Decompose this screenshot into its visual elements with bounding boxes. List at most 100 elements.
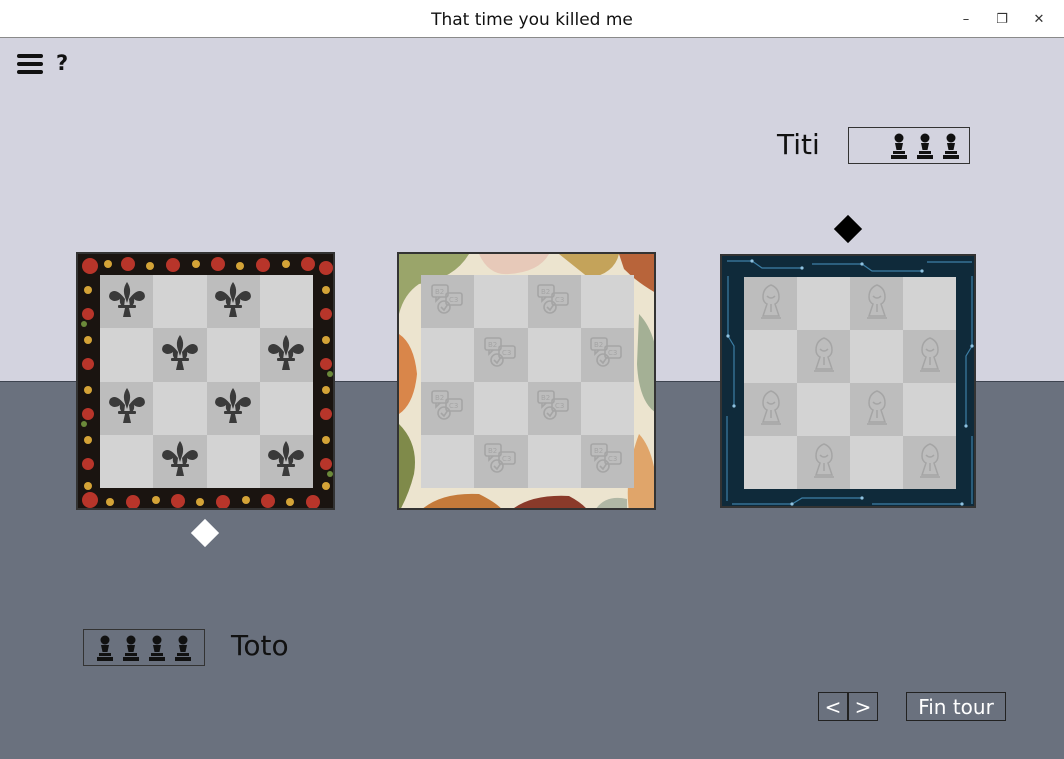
board-cell[interactable] [850,277,903,330]
fleur-de-lis-icon[interactable] [106,279,148,325]
board-cell[interactable] [903,330,956,383]
bottom-player-pawn-reserve [83,629,205,666]
previous-button[interactable]: < [818,692,848,721]
svg-text:C3: C3 [555,402,564,410]
chat-bubbles-icon[interactable]: B2 C3 [483,442,519,480]
board-cell[interactable]: B2 C3 [474,328,528,382]
board-cell[interactable] [797,330,850,383]
board-cell[interactable] [474,275,528,329]
svg-text:C3: C3 [449,296,458,304]
board-cell[interactable] [580,275,634,329]
board-cell[interactable] [797,277,850,330]
board-cell[interactable] [744,383,797,436]
hooded-figure-icon[interactable] [912,335,948,379]
board-cell[interactable] [153,381,207,435]
board-cell[interactable] [206,434,260,488]
hamburger-menu-icon[interactable] [17,54,43,74]
board-cell[interactable] [421,328,475,382]
board-cell[interactable]: B2 C3 [474,434,528,488]
board-cell[interactable] [206,381,260,435]
board-cell[interactable] [153,275,207,329]
svg-text:C3: C3 [502,349,511,357]
board-middle[interactable]: B2 C3 B2 C3 B2 C3 B2 C3 B2 C3 B2 C3 B2 C3 B2 C3 [397,252,656,510]
board-cell[interactable] [580,381,634,435]
top-player-name: Titi [777,128,820,161]
board-cell[interactable] [259,381,313,435]
bottom-pawn-icon[interactable] [173,635,193,661]
hooded-figure-icon[interactable] [859,388,895,432]
hooded-figure-icon[interactable] [806,335,842,379]
fleur-de-lis-icon[interactable] [159,332,201,378]
board-cell[interactable]: B2 C3 [580,434,634,488]
board-cell[interactable] [100,434,154,488]
board-cell[interactable] [153,328,207,382]
board-cell[interactable] [100,381,154,435]
chat-bubbles-icon[interactable]: B2 C3 [536,283,572,321]
board-cell[interactable] [527,328,581,382]
top-player-pawn-reserve [848,127,970,164]
board-cell[interactable] [259,275,313,329]
board-cell[interactable]: B2 C3 [527,381,581,435]
restore-icon[interactable]: ❐ [984,6,1020,32]
board-cell[interactable] [744,277,797,330]
top-pawn-icon[interactable] [889,133,909,159]
board-right[interactable] [720,254,976,508]
board-cell[interactable] [903,277,956,330]
board-left-grid [100,275,313,488]
chat-bubbles-icon[interactable]: B2 C3 [589,442,625,480]
board-cell[interactable] [797,383,850,436]
svg-text:C3: C3 [502,455,511,463]
bottom-pawn-icon[interactable] [95,635,115,661]
minimize-icon[interactable]: – [948,6,984,32]
fleur-de-lis-icon[interactable] [212,385,254,431]
chat-bubbles-icon[interactable]: B2 C3 [536,389,572,427]
board-cell[interactable] [744,330,797,383]
hooded-figure-icon[interactable] [753,388,789,432]
hooded-figure-icon[interactable] [753,282,789,326]
chat-bubbles-icon[interactable]: B2 C3 [430,389,466,427]
top-pawn-icon[interactable] [941,133,961,159]
fleur-de-lis-icon[interactable] [159,438,201,484]
chat-bubbles-icon[interactable]: B2 C3 [483,336,519,374]
board-cell[interactable] [421,434,475,488]
board-cell[interactable] [903,383,956,436]
board-cell[interactable] [100,328,154,382]
hooded-figure-icon[interactable] [806,441,842,485]
title-bar: That time you killed me – ❐ ✕ [0,0,1064,38]
close-icon[interactable]: ✕ [1021,6,1057,32]
board-cell[interactable] [744,436,797,489]
board-cell[interactable] [206,328,260,382]
board-cell[interactable]: B2 C3 [580,328,634,382]
board-left[interactable] [76,252,335,510]
hooded-figure-icon[interactable] [912,441,948,485]
help-button[interactable]: ? [56,51,68,75]
board-cell[interactable] [259,328,313,382]
board-cell[interactable]: B2 C3 [421,381,475,435]
end-turn-button[interactable]: Fin tour [906,692,1006,721]
board-cell[interactable] [850,330,903,383]
window-title: That time you killed me [431,10,633,30]
board-cell[interactable] [797,436,850,489]
fleur-de-lis-icon[interactable] [212,279,254,325]
fleur-de-lis-icon[interactable] [265,438,307,484]
chat-bubbles-icon[interactable]: B2 C3 [430,283,466,321]
fleur-de-lis-icon[interactable] [265,332,307,378]
board-cell[interactable] [153,434,207,488]
hooded-figure-icon[interactable] [859,282,895,326]
bottom-pawn-icon[interactable] [147,635,167,661]
board-cell[interactable] [259,434,313,488]
bottom-pawn-icon[interactable] [121,635,141,661]
board-cell[interactable] [474,381,528,435]
board-cell[interactable]: B2 C3 [421,275,475,329]
chat-bubbles-icon[interactable]: B2 C3 [589,336,625,374]
board-cell[interactable] [903,436,956,489]
board-cell[interactable] [527,434,581,488]
board-cell[interactable] [850,436,903,489]
board-cell[interactable] [850,383,903,436]
fleur-de-lis-icon[interactable] [106,385,148,431]
top-pawn-icon[interactable] [915,133,935,159]
board-cell[interactable] [100,275,154,329]
board-cell[interactable]: B2 C3 [527,275,581,329]
next-button[interactable]: > [848,692,878,721]
board-cell[interactable] [206,275,260,329]
